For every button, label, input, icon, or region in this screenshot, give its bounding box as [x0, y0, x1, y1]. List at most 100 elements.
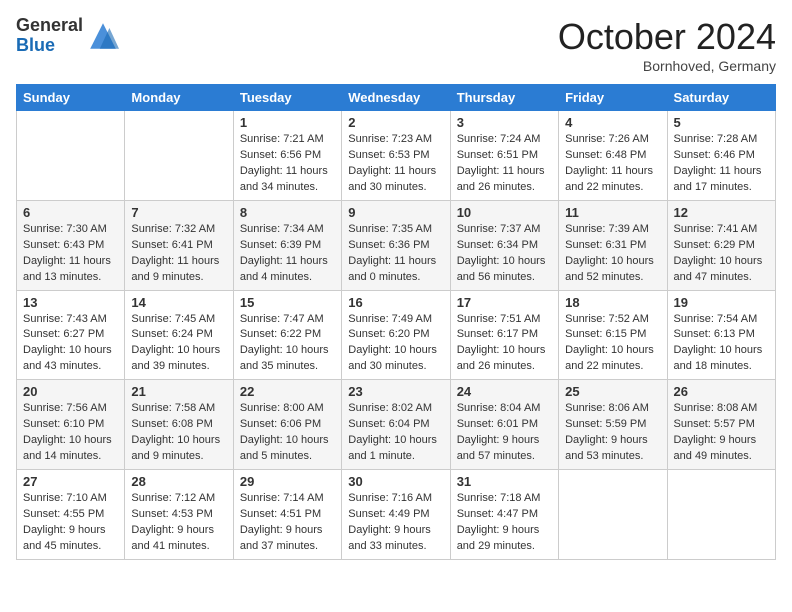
day-number: 1 — [240, 115, 335, 130]
header-sunday: Sunday — [17, 85, 125, 111]
calendar-cell — [667, 470, 775, 560]
calendar-cell — [559, 470, 667, 560]
day-number: 23 — [348, 384, 443, 399]
calendar-cell: 19 Sunrise: 7:54 AM Sunset: 6:13 PM Dayli… — [667, 290, 775, 380]
week-row-1: 6 Sunrise: 7:30 AM Sunset: 6:43 PM Daylig… — [17, 200, 776, 290]
calendar-cell: 23 Sunrise: 8:02 AM Sunset: 6:04 PM Dayli… — [342, 380, 450, 470]
day-detail: Sunrise: 7:39 AM Sunset: 6:31 PM Dayligh… — [565, 222, 660, 286]
day-detail: Sunrise: 7:58 AM Sunset: 6:08 PM Dayligh… — [131, 401, 226, 465]
week-row-0: 1 Sunrise: 7:21 AM Sunset: 6:56 PM Daylig… — [17, 111, 776, 201]
day-detail: Sunrise: 7:45 AM Sunset: 6:24 PM Dayligh… — [131, 312, 226, 376]
day-detail: Sunrise: 8:04 AM Sunset: 6:01 PM Dayligh… — [457, 401, 552, 465]
month-title: October 2024 — [558, 16, 776, 58]
day-detail: Sunrise: 7:49 AM Sunset: 6:20 PM Dayligh… — [348, 312, 443, 376]
calendar-cell: 7Sunrise: 7:32 AM Sunset: 6:41 PM Daylig… — [125, 200, 233, 290]
day-number: 6 — [23, 205, 118, 220]
day-detail: Sunrise: 7:30 AM Sunset: 6:43 PM Dayligh… — [23, 222, 118, 286]
logo-icon — [87, 20, 119, 52]
day-detail: Sunrise: 7:35 AM Sunset: 6:36 PM Dayligh… — [348, 222, 443, 286]
day-number: 27 — [23, 474, 118, 489]
week-row-4: 27 Sunrise: 7:10 AM Sunset: 4:55 PM Dayli… — [17, 470, 776, 560]
day-number: 13 — [23, 295, 118, 310]
day-detail: Sunrise: 7:34 AM Sunset: 6:39 PM Dayligh… — [240, 222, 335, 286]
calendar-cell — [125, 111, 233, 201]
calendar-table: SundayMondayTuesdayWednesdayThursdayFrid… — [16, 84, 776, 560]
day-detail: Sunrise: 8:08 AM Sunset: 5:57 PM Dayligh… — [674, 401, 769, 465]
day-detail: Sunrise: 7:41 AM Sunset: 6:29 PM Dayligh… — [674, 222, 769, 286]
week-row-3: 20 Sunrise: 7:56 AM Sunset: 6:10 PM Dayli… — [17, 380, 776, 470]
day-detail: Sunrise: 7:56 AM Sunset: 6:10 PM Dayligh… — [23, 401, 118, 465]
location: Bornhoved, Germany — [558, 58, 776, 74]
calendar-cell: 8 Sunrise: 7:34 AM Sunset: 6:39 PM Daylig… — [233, 200, 341, 290]
calendar-cell: 29Sunrise: 7:14 AM Sunset: 4:51 PM Dayli… — [233, 470, 341, 560]
logo-blue: Blue — [16, 36, 83, 56]
logo: General Blue — [16, 16, 119, 56]
day-number: 4 — [565, 115, 660, 130]
calendar-header: SundayMondayTuesdayWednesdayThursdayFrid… — [17, 85, 776, 111]
week-row-2: 13 Sunrise: 7:43 AM Sunset: 6:27 PM Dayli… — [17, 290, 776, 380]
day-number: 8 — [240, 205, 335, 220]
calendar-cell: 30 Sunrise: 7:16 AM Sunset: 4:49 PM Dayli… — [342, 470, 450, 560]
day-detail: Sunrise: 7:16 AM Sunset: 4:49 PM Dayligh… — [348, 491, 443, 555]
header-thursday: Thursday — [450, 85, 558, 111]
calendar-cell: 20 Sunrise: 7:56 AM Sunset: 6:10 PM Dayli… — [17, 380, 125, 470]
calendar-cell: 22 Sunrise: 8:00 AM Sunset: 6:06 PM Dayli… — [233, 380, 341, 470]
day-number: 22 — [240, 384, 335, 399]
header-monday: Monday — [125, 85, 233, 111]
day-number: 19 — [674, 295, 769, 310]
calendar-cell: 15Sunrise: 7:47 AM Sunset: 6:22 PM Dayli… — [233, 290, 341, 380]
day-detail: Sunrise: 8:00 AM Sunset: 6:06 PM Dayligh… — [240, 401, 335, 465]
calendar-cell: 13 Sunrise: 7:43 AM Sunset: 6:27 PM Dayli… — [17, 290, 125, 380]
day-number: 26 — [674, 384, 769, 399]
calendar-cell: 28 Sunrise: 7:12 AM Sunset: 4:53 PM Dayli… — [125, 470, 233, 560]
header-tuesday: Tuesday — [233, 85, 341, 111]
day-detail: Sunrise: 7:21 AM Sunset: 6:56 PM Dayligh… — [240, 132, 335, 196]
day-number: 2 — [348, 115, 443, 130]
day-detail: Sunrise: 7:28 AM Sunset: 6:46 PM Dayligh… — [674, 132, 769, 196]
day-number: 25 — [565, 384, 660, 399]
day-number: 12 — [674, 205, 769, 220]
day-detail: Sunrise: 7:54 AM Sunset: 6:13 PM Dayligh… — [674, 312, 769, 376]
day-detail: Sunrise: 7:26 AM Sunset: 6:48 PM Dayligh… — [565, 132, 660, 196]
day-number: 15 — [240, 295, 335, 310]
calendar-cell: 2 Sunrise: 7:23 AM Sunset: 6:53 PM Daylig… — [342, 111, 450, 201]
day-detail: Sunrise: 7:24 AM Sunset: 6:51 PM Dayligh… — [457, 132, 552, 196]
calendar-cell: 18Sunrise: 7:52 AM Sunset: 6:15 PM Dayli… — [559, 290, 667, 380]
day-detail: Sunrise: 7:23 AM Sunset: 6:53 PM Dayligh… — [348, 132, 443, 196]
day-number: 3 — [457, 115, 552, 130]
day-detail: Sunrise: 7:51 AM Sunset: 6:17 PM Dayligh… — [457, 312, 552, 376]
calendar-cell: 31 Sunrise: 7:18 AM Sunset: 4:47 PM Dayli… — [450, 470, 558, 560]
day-detail: Sunrise: 7:10 AM Sunset: 4:55 PM Dayligh… — [23, 491, 118, 555]
calendar-cell: 24Sunrise: 8:04 AM Sunset: 6:01 PM Dayli… — [450, 380, 558, 470]
day-detail: Sunrise: 8:06 AM Sunset: 5:59 PM Dayligh… — [565, 401, 660, 465]
title-block: October 2024 Bornhoved, Germany — [558, 16, 776, 74]
day-number: 20 — [23, 384, 118, 399]
day-number: 31 — [457, 474, 552, 489]
calendar-cell: 9 Sunrise: 7:35 AM Sunset: 6:36 PM Daylig… — [342, 200, 450, 290]
header-friday: Friday — [559, 85, 667, 111]
calendar-cell — [17, 111, 125, 201]
calendar-cell: 11 Sunrise: 7:39 AM Sunset: 6:31 PM Dayli… — [559, 200, 667, 290]
calendar-cell: 5Sunrise: 7:28 AM Sunset: 6:46 PM Daylig… — [667, 111, 775, 201]
day-detail: Sunrise: 7:52 AM Sunset: 6:15 PM Dayligh… — [565, 312, 660, 376]
day-detail: Sunrise: 7:43 AM Sunset: 6:27 PM Dayligh… — [23, 312, 118, 376]
day-detail: Sunrise: 7:32 AM Sunset: 6:41 PM Dayligh… — [131, 222, 226, 286]
calendar-cell: 26 Sunrise: 8:08 AM Sunset: 5:57 PM Dayli… — [667, 380, 775, 470]
calendar-body: 1 Sunrise: 7:21 AM Sunset: 6:56 PM Daylig… — [17, 111, 776, 560]
day-number: 11 — [565, 205, 660, 220]
day-number: 28 — [131, 474, 226, 489]
header-saturday: Saturday — [667, 85, 775, 111]
calendar-cell: 6 Sunrise: 7:30 AM Sunset: 6:43 PM Daylig… — [17, 200, 125, 290]
calendar-cell: 3 Sunrise: 7:24 AM Sunset: 6:51 PM Daylig… — [450, 111, 558, 201]
calendar-cell: 1 Sunrise: 7:21 AM Sunset: 6:56 PM Daylig… — [233, 111, 341, 201]
day-detail: Sunrise: 7:14 AM Sunset: 4:51 PM Dayligh… — [240, 491, 335, 555]
day-number: 30 — [348, 474, 443, 489]
day-detail: Sunrise: 7:12 AM Sunset: 4:53 PM Dayligh… — [131, 491, 226, 555]
day-number: 17 — [457, 295, 552, 310]
day-detail: Sunrise: 8:02 AM Sunset: 6:04 PM Dayligh… — [348, 401, 443, 465]
calendar-cell: 21Sunrise: 7:58 AM Sunset: 6:08 PM Dayli… — [125, 380, 233, 470]
calendar-cell: 17 Sunrise: 7:51 AM Sunset: 6:17 PM Dayli… — [450, 290, 558, 380]
day-number: 9 — [348, 205, 443, 220]
day-detail: Sunrise: 7:18 AM Sunset: 4:47 PM Dayligh… — [457, 491, 552, 555]
calendar-cell: 25 Sunrise: 8:06 AM Sunset: 5:59 PM Dayli… — [559, 380, 667, 470]
